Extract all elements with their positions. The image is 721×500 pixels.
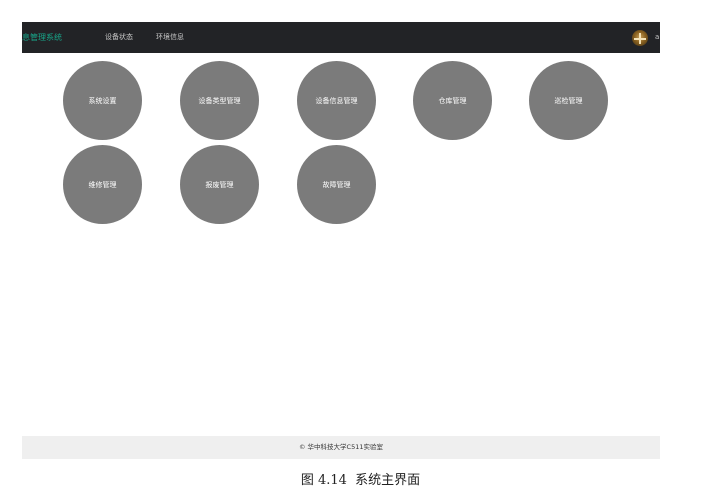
app-window: 息管理系统 设备状态 环境信息 a 系统设置 设备类型管理 设备信息管理 仓库管… (22, 22, 660, 459)
user-avatar[interactable] (632, 30, 648, 46)
page-footer: © 华中科技大学C511实验室 (22, 436, 660, 459)
module-scrap-management[interactable]: 报废管理 (180, 145, 259, 224)
figure-caption: 图 4.14 系统主界面 (300, 473, 421, 488)
nav-environment-info[interactable]: 环境信息 (156, 22, 184, 53)
module-device-type-management[interactable]: 设备类型管理 (180, 61, 259, 140)
module-system-settings[interactable]: 系统设置 (63, 61, 142, 140)
module-warehouse-management[interactable]: 仓库管理 (413, 61, 492, 140)
user-name[interactable]: a (655, 22, 659, 53)
avatar-bar-shape (634, 38, 646, 40)
app-brand-title[interactable]: 息管理系统 (22, 22, 62, 53)
module-inspection-management[interactable]: 巡检管理 (529, 61, 608, 140)
top-navbar: 息管理系统 设备状态 环境信息 a (22, 22, 660, 53)
module-repair-management[interactable]: 维修管理 (63, 145, 142, 224)
module-device-info-management[interactable]: 设备信息管理 (297, 61, 376, 140)
module-fault-management[interactable]: 故障管理 (297, 145, 376, 224)
nav-device-status[interactable]: 设备状态 (105, 22, 133, 53)
